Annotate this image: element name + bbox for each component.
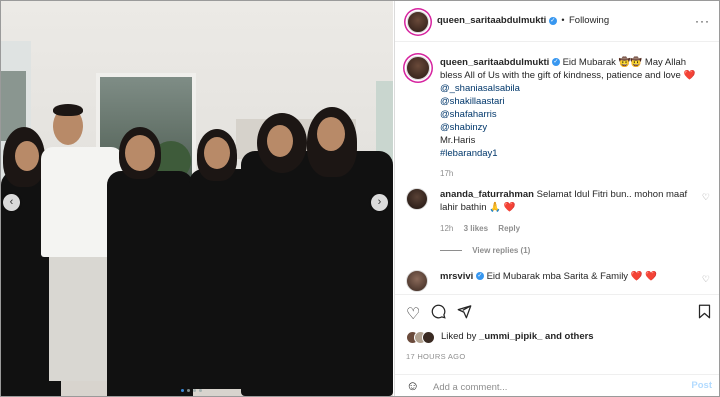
share-icon[interactable] [457, 304, 472, 324]
liked-by-text: Liked by _ummi_pipik_ and others [441, 331, 594, 342]
post-comment-button[interactable]: Post [691, 380, 712, 391]
liked-by-user[interactable]: _ummi_pipik_ [479, 331, 542, 342]
commenter-username[interactable]: ananda_faturrahman [440, 189, 534, 200]
instagram-post-window: ‹ › queen_saritaabdulmukti ✓ • Following… [0, 0, 720, 397]
carousel-dots [181, 389, 202, 392]
carousel-dot [187, 389, 190, 392]
comment-icon[interactable] [431, 304, 446, 324]
comment-reply-button[interactable]: Reply [498, 224, 520, 233]
comment-text: Eid Mubarak mba Sarita & Family ❤️ ❤️ [486, 271, 657, 282]
post-timestamp[interactable]: 17 HOURS AGO [406, 352, 465, 361]
commenter-avatar[interactable] [406, 188, 428, 210]
author-username[interactable]: queen_saritaabdulmukti [437, 15, 546, 26]
chevron-right-icon: › [377, 196, 382, 208]
chevron-left-icon: ‹ [9, 196, 14, 208]
verified-badge-icon: ✓ [475, 272, 484, 281]
bookmark-icon[interactable] [698, 304, 711, 324]
comment-like-heart-icon[interactable]: ♡ [702, 192, 710, 203]
carousel-dot [199, 389, 202, 392]
view-replies-button[interactable]: View replies (1) [440, 246, 530, 255]
mention-link[interactable]: @shafaharris [440, 108, 710, 121]
view-replies-label: View replies (1) [472, 246, 531, 255]
comment-likes[interactable]: 3 likes [464, 224, 488, 233]
carousel-dot [181, 389, 184, 392]
caption-avatar[interactable] [406, 56, 430, 80]
verified-badge-icon: ✓ [551, 58, 560, 67]
caption-extra-line: Mr.Haris [440, 135, 476, 146]
header-separator: • [561, 15, 565, 25]
hashtag-link[interactable]: #lebaranday1 [440, 147, 710, 160]
comment-time[interactable]: 12h [440, 224, 453, 233]
comment-input[interactable] [431, 379, 675, 395]
commenter-username[interactable]: mrsvivi [440, 271, 473, 282]
post-header: queen_saritaabdulmukti ✓ • Following ··· [395, 1, 719, 42]
post-actions: ♡ Liked by _ummi_pipik_ and others 17 HO… [395, 294, 719, 375]
more-options-icon[interactable]: ··· [695, 14, 710, 28]
mention-link[interactable]: @shabinzy [440, 121, 710, 134]
carousel-dot [193, 389, 196, 392]
following-button[interactable]: Following [569, 15, 609, 26]
comment-like-heart-icon[interactable]: ♡ [702, 274, 710, 285]
post-sidebar: queen_saritaabdulmukti ✓ • Following ···… [394, 1, 719, 396]
comments-scroll-area[interactable]: queen_saritaabdulmukti ✓ Eid Mubarak 🤠🤠 … [395, 42, 719, 292]
liked-by-prefix: Liked by [441, 331, 477, 342]
add-comment-bar: ☺ Post [395, 374, 719, 396]
heart-icon[interactable]: ♡ [406, 304, 420, 324]
commenter-avatar[interactable] [406, 270, 428, 292]
caption-username[interactable]: queen_saritaabdulmukti [440, 57, 549, 68]
liked-by-suffix[interactable]: and others [545, 331, 594, 342]
author-avatar[interactable] [407, 11, 429, 33]
view-replies-line [440, 250, 462, 252]
post-photo[interactable]: ‹ › [1, 1, 393, 396]
smile-icon[interactable]: ☺ [406, 378, 419, 393]
caption-time[interactable]: 17h [440, 167, 710, 180]
mention-link[interactable]: @shakillaastari [440, 95, 710, 108]
verified-badge-icon: ✓ [548, 16, 557, 25]
carousel-prev-button[interactable]: ‹ [3, 194, 20, 211]
liker-avatar[interactable] [422, 331, 435, 344]
mention-link[interactable]: @_shaniasalsabila [440, 82, 710, 95]
carousel-next-button[interactable]: › [371, 194, 388, 211]
